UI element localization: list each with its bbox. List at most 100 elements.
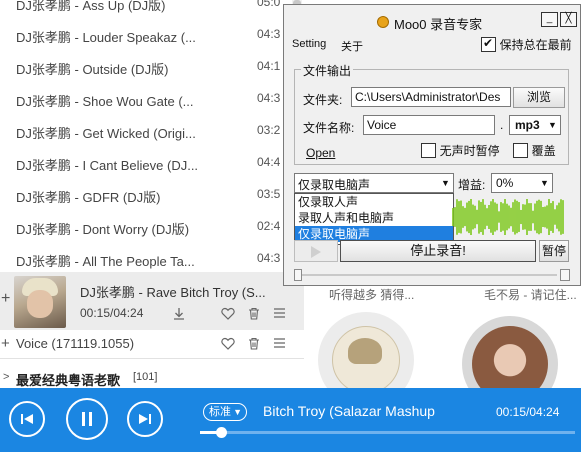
slider-thumb[interactable] <box>294 269 302 281</box>
extension-dot: . <box>500 118 504 132</box>
format-value: mp3 <box>515 118 540 132</box>
file-output-legend: 文件输出 <box>301 62 354 79</box>
filename-field[interactable]: Voice <box>363 115 495 135</box>
song-title: DJ张孝鹏 - All The People Ta... <box>16 254 195 269</box>
song-row[interactable]: DJ张孝鹏 - Get Wicked (Origi... 03:2 <box>0 115 304 147</box>
list-divider <box>0 358 304 359</box>
pause-recording-button[interactable]: 暂停 <box>539 240 569 262</box>
download-icon[interactable] <box>172 307 186 321</box>
song-title: DJ张孝鹏 - I Cant Believe (DJ... <box>16 158 199 173</box>
chevron-down-icon: ▼ <box>441 178 450 188</box>
song-row[interactable]: DJ张孝鹏 - Louder Speakaz (... 04:3 <box>0 19 304 51</box>
song-title: DJ张孝鹏 - GDFR (DJ版) <box>16 190 161 205</box>
chevron-down-icon: ▼ <box>233 407 242 417</box>
heart-icon[interactable] <box>221 337 235 350</box>
song-duration: 05:0 <box>257 0 281 9</box>
open-link[interactable]: Open <box>306 146 335 160</box>
source-option-voice[interactable]: 仅录取人声 <box>295 194 453 210</box>
source-selected-value: 仅录取电脑声 <box>298 178 371 192</box>
song-title: DJ张孝鹏 - Outside (DJ版) <box>16 62 169 77</box>
voice-list-item[interactable]: + Voice (171119.1055) <box>0 330 304 356</box>
song-duration: 04:1 <box>257 59 281 73</box>
playlist-panel: DJ张孝鹏 - Ass Up (DJ版) 05:0 DJ张孝鹏 - Louder S… <box>0 0 304 388</box>
slider-end-button[interactable] <box>560 269 570 281</box>
recommend-caption[interactable]: 听得越多 猜得... <box>329 286 414 303</box>
delete-icon[interactable] <box>248 337 260 350</box>
browse-button[interactable]: 浏览 <box>513 87 565 108</box>
chevron-down-icon: ▼ <box>540 178 549 188</box>
menu-setting[interactable]: Setting <box>292 38 326 50</box>
now-playing-row[interactable]: + DJ张孝鹏 - Rave Bitch Troy (S... 00:15/04… <box>0 272 304 330</box>
close-button[interactable]: ╳ <box>560 12 577 27</box>
song-row[interactable]: DJ张孝鹏 - I Cant Believe (DJ... 04:4 <box>0 147 304 179</box>
song-row[interactable]: DJ张孝鹏 - All The People Ta... 04:3 <box>0 243 304 275</box>
quality-label: 标准 <box>209 406 231 418</box>
song-row[interactable]: DJ张孝鹏 - Shoe Wou Gate (... 04:3 <box>0 83 304 115</box>
pause-button[interactable] <box>66 398 108 440</box>
prev-button[interactable] <box>9 401 45 437</box>
overwrite-label: 覆盖 <box>531 144 556 159</box>
stop-recording-button[interactable]: 停止录音! <box>340 240 536 262</box>
voice-item-label: Voice (171119.1055) <box>16 336 135 351</box>
checkbox-unchecked-icon[interactable] <box>421 143 436 159</box>
overwrite-checkbox[interactable]: 覆盖 <box>513 142 556 159</box>
chevron-right-icon[interactable]: > <box>3 371 9 383</box>
progress-bar[interactable] <box>200 427 575 438</box>
gain-label: 增益: <box>458 178 486 192</box>
source-select[interactable]: 仅录取电脑声 ▼ <box>294 173 454 193</box>
format-select[interactable]: mp3 ▼ <box>509 115 561 135</box>
audio-waveform <box>452 199 564 235</box>
album-avatar <box>14 276 66 328</box>
playlist-group[interactable]: > 最爱经典粤语老歌 [101] <box>0 368 304 388</box>
song-row[interactable]: DJ张孝鹏 - Dont Worry (DJ版) 02:4 <box>0 211 304 243</box>
checkbox-checked-icon[interactable] <box>481 36 496 53</box>
folder-label: 文件夹: <box>303 93 343 107</box>
song-row[interactable]: DJ张孝鹏 - Outside (DJ版) 04:1 <box>0 51 304 83</box>
window-title: Moo0 录音专家 <box>394 17 483 32</box>
next-icon <box>139 414 151 424</box>
source-option-voice-and-pc[interactable]: 录取人声和电脑声 <box>295 210 453 226</box>
add-icon[interactable]: + <box>1 335 10 352</box>
delete-icon[interactable] <box>248 307 260 320</box>
checkbox-unchecked-icon[interactable] <box>513 143 528 159</box>
song-row[interactable]: DJ张孝鹏 - Ass Up (DJ版) 05:0 <box>0 0 304 19</box>
file-output-group: 文件输出 文件夹: C:\Users\Administrator\Des 浏览 … <box>294 62 569 165</box>
gain-select[interactable]: 0% ▼ <box>491 173 553 193</box>
recommend-caption[interactable]: 毛不易 - 请记住... <box>484 286 577 303</box>
song-duration: 03:5 <box>257 187 281 201</box>
playlist-group-title: 最爱经典粤语老歌 <box>16 373 121 388</box>
song-duration: 03:2 <box>257 123 281 137</box>
pause-icon <box>82 412 92 426</box>
song-title: DJ张孝鹏 - Get Wicked (Origi... <box>16 126 196 141</box>
quality-select[interactable]: 标准 ▼ <box>203 403 247 421</box>
slider-track <box>302 274 557 276</box>
pause-silence-checkbox[interactable]: 无声时暂停 <box>421 142 500 159</box>
song-duration: 04:3 <box>257 251 281 265</box>
always-on-top-checkbox[interactable]: 保持总在最前 <box>481 36 572 53</box>
song-duration: 04:3 <box>257 91 281 105</box>
now-playing-time: 00:15/04:24 <box>80 306 144 320</box>
moo0-recorder-window: Moo0 录音专家 _ ╳ Setting 关于 保持总在最前 文件输出 文件夹… <box>283 4 581 286</box>
song-title: DJ张孝鹏 - Dont Worry (DJ版) <box>16 222 190 237</box>
add-icon[interactable]: + <box>1 290 10 308</box>
play-preview-button[interactable] <box>294 240 338 262</box>
minimize-button[interactable]: _ <box>541 12 558 27</box>
menu-about[interactable]: 关于 <box>341 38 363 54</box>
player-song-title: Bitch Troy (Salazar Mashup <box>263 403 435 419</box>
song-row[interactable]: DJ张孝鹏 - GDFR (DJ版) 03:5 <box>0 179 304 211</box>
progress-knob[interactable] <box>216 427 228 438</box>
more-icon[interactable] <box>273 337 286 349</box>
pause-silence-label: 无声时暂停 <box>439 144 500 159</box>
always-on-top-label: 保持总在最前 <box>499 38 572 53</box>
song-title: DJ张孝鹏 - Shoe Wou Gate (... <box>16 94 194 109</box>
folder-path-field[interactable]: C:\Users\Administrator\Des <box>351 87 511 107</box>
heart-icon[interactable] <box>221 307 235 320</box>
song-duration: 04:4 <box>257 155 281 169</box>
playlist-group-count: [101] <box>133 371 158 383</box>
song-duration: 04:3 <box>257 27 281 41</box>
position-slider[interactable] <box>294 269 570 281</box>
more-icon[interactable] <box>273 307 286 319</box>
next-button[interactable] <box>127 401 163 437</box>
gain-value: 0% <box>496 176 514 190</box>
source-dropdown: 仅录取人声 录取人声和电脑声 仅录取电脑声 <box>294 193 454 245</box>
